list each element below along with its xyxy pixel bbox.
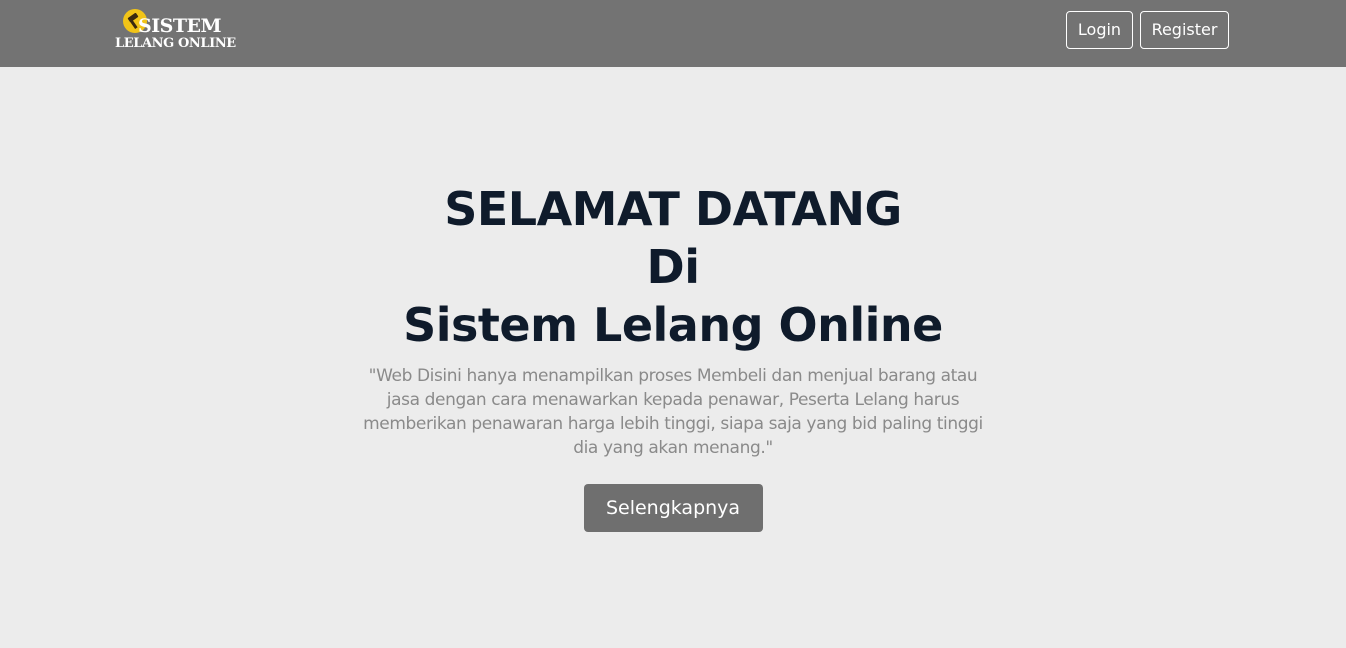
hero-title: SELAMAT DATANG Di Sistem Lelang Online: [0, 180, 1346, 354]
site-logo[interactable]: SISTEM LELANG ONLINE: [114, 7, 238, 55]
register-button[interactable]: Register: [1140, 11, 1229, 49]
top-navbar: SISTEM LELANG ONLINE Login Register: [0, 0, 1346, 67]
logo-text-line1: SISTEM: [138, 15, 221, 37]
hero-title-line2: Di: [646, 240, 700, 294]
login-button[interactable]: Login: [1066, 11, 1133, 49]
hero-title-line1: SELAMAT DATANG: [444, 182, 902, 236]
hero-section: SELAMAT DATANG Di Sistem Lelang Online "…: [0, 180, 1346, 532]
hero-title-line3: Sistem Lelang Online: [403, 298, 943, 352]
logo-text-line2: LELANG ONLINE: [115, 36, 236, 51]
read-more-button[interactable]: Selengkapnya: [583, 484, 763, 532]
hero-description: "Web Disini hanya menampilkan proses Mem…: [363, 366, 983, 458]
